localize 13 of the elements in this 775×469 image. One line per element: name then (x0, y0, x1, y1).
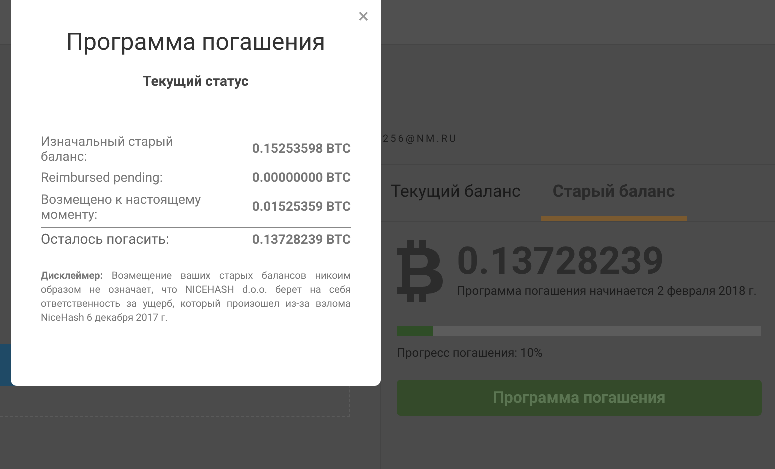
row-value: 0.13728239 BTC (252, 232, 351, 250)
row-label: Reimbursed pending: (41, 171, 164, 186)
bitcoin-icon (397, 240, 443, 302)
row-value: 0.00000000 BTC (252, 170, 351, 188)
disclaimer-text: Дисклеймер: Возмещение ваших старых балансов никоим образом не означает, что NICEHASH d.o.o. берет на себя ответственность за ущерб, который произошел из-за взлома NiceHash 6 декабря 2017 г. (41, 270, 351, 326)
row-value: 0.15253598 BTC (252, 141, 351, 160)
dialog-title: Программа погашения (65, 27, 327, 58)
dialog-subtitle: Текущий статус (142, 73, 250, 92)
row-label: Изначальный старый баланс: (41, 135, 174, 165)
row-label: Осталось погасить: (41, 232, 170, 248)
row-value: 0.01525359 BTC (252, 198, 351, 217)
row-label: Возмещено к настоящему моменту: (41, 192, 202, 222)
close-button[interactable]: × (358, 6, 369, 26)
